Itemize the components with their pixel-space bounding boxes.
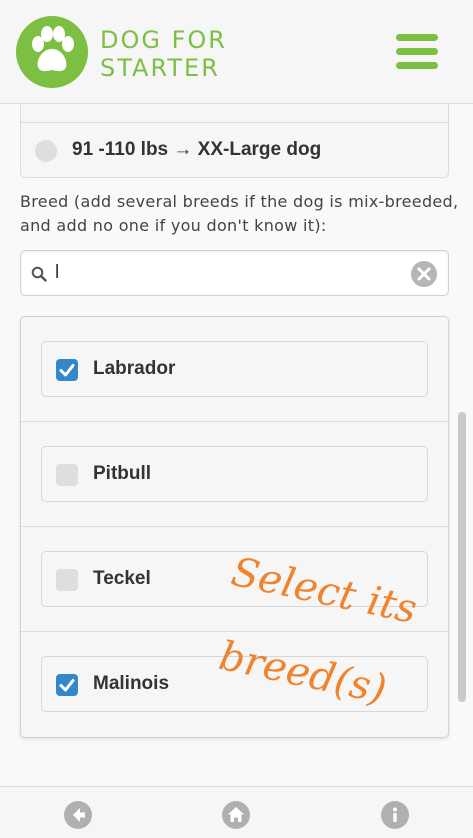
checkbox-checked[interactable]	[56, 359, 78, 381]
app-header: DOG FOR STARTER	[0, 0, 473, 104]
breed-list: Labrador Pitbull Teckel Malinois	[20, 316, 449, 738]
breed-label: Teckel	[93, 568, 151, 589]
breed-label: Pitbull	[93, 463, 152, 484]
radio-button[interactable]	[35, 140, 57, 162]
checkbox-unchecked[interactable]	[56, 464, 78, 486]
clear-icon[interactable]	[411, 261, 437, 287]
breed-field-label: Breed (add several breeds if the dog is …	[20, 192, 459, 235]
breed-search-box[interactable]	[20, 250, 449, 296]
previous-option-edge	[20, 104, 449, 123]
breed-label: Labrador	[93, 358, 176, 379]
logo-line-2: STARTER	[100, 54, 220, 82]
scrollbar[interactable]	[458, 412, 466, 702]
logo-text: DOG FOR STARTER	[100, 26, 260, 82]
logo[interactable]	[16, 16, 88, 88]
checkbox-unchecked[interactable]	[56, 569, 78, 591]
hamburger-menu-icon[interactable]	[396, 34, 438, 72]
list-item: Malinois	[21, 632, 448, 737]
checkbox-checked[interactable]	[56, 674, 78, 696]
list-item: Pitbull	[21, 422, 448, 527]
checkmark-icon	[59, 364, 75, 377]
checkmark-icon	[59, 679, 75, 692]
weight-option-xx-large[interactable]: 91 -110 lbs → XX-Large dog	[20, 123, 449, 178]
info-icon[interactable]	[381, 801, 409, 829]
breed-label: Malinois	[93, 673, 170, 694]
search-icon	[31, 266, 47, 282]
breed-option-labrador[interactable]: Labrador	[41, 341, 428, 397]
paw-icon	[32, 26, 74, 72]
list-item: Teckel	[21, 527, 448, 632]
breed-option-malinois[interactable]: Malinois	[41, 656, 428, 712]
breed-search-input[interactable]	[55, 257, 395, 289]
logo-line-1: DOG FOR	[100, 26, 227, 54]
breed-option-teckel[interactable]: Teckel	[41, 551, 428, 607]
home-icon[interactable]	[222, 801, 250, 829]
breed-option-pitbull[interactable]: Pitbull	[41, 446, 428, 502]
footer-nav	[0, 786, 473, 838]
weight-option-label: 91 -110 lbs → XX-Large dog	[72, 139, 322, 160]
list-item: Labrador	[21, 317, 448, 422]
back-arrow-icon[interactable]	[64, 801, 92, 829]
